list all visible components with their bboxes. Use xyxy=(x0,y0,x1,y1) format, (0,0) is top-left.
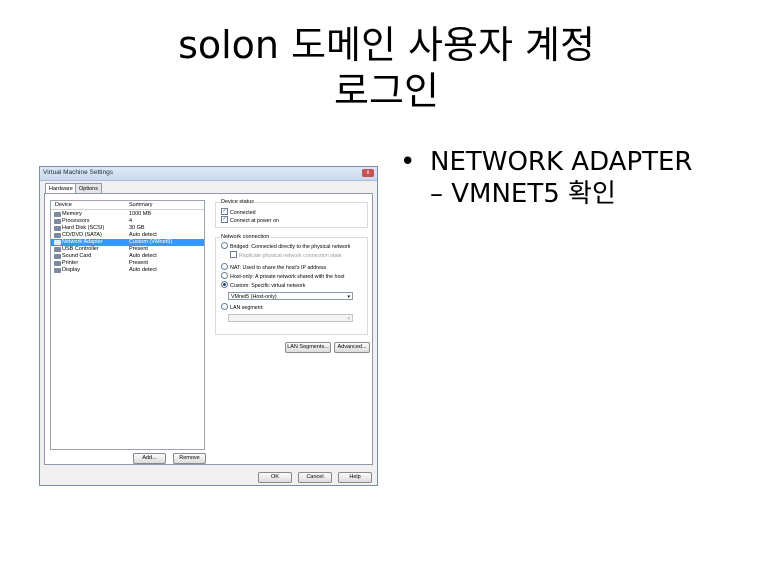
device-row-processors[interactable]: Processors 4 xyxy=(51,218,204,225)
lan-segment-label: LAN segment: xyxy=(230,304,264,311)
chevron-down-icon: ▾ xyxy=(347,316,350,322)
chevron-down-icon: ▾ xyxy=(347,294,350,300)
processor-icon xyxy=(54,219,61,224)
replicate-checkbox[interactable]: Replicate physical network connection st… xyxy=(230,251,342,260)
hard-disk-icon xyxy=(54,226,61,231)
lan-segments-button[interactable]: LAN Segments... xyxy=(285,342,331,353)
bullet-text: NETWORK ADAPTER – VMNET5 확인 xyxy=(430,146,760,210)
radio-off-icon xyxy=(221,303,228,310)
host-only-label: Host-only: A private network shared with… xyxy=(230,273,345,280)
device-name: CD/DVD (SATA) xyxy=(62,232,102,238)
device-summary: 1000 MB xyxy=(129,211,152,217)
nat-radio[interactable]: NAT: Used to share the host's IP address xyxy=(221,263,327,272)
device-summary: Custom (VMnet5) xyxy=(129,239,173,245)
device-summary: Auto detect xyxy=(129,232,157,238)
sound-card-icon xyxy=(54,254,61,259)
device-row-hard-disk[interactable]: Hard Disk (SCSI) 30 GB xyxy=(51,225,204,232)
dialog-titlebar[interactable]: Virtual Machine Settings x xyxy=(40,167,377,181)
nat-label: NAT: Used to share the host's IP address xyxy=(230,264,327,271)
connect-power-on-label: Connect at power on xyxy=(230,217,279,224)
network-adapter-icon xyxy=(54,240,61,245)
dialog-title: Virtual Machine Settings xyxy=(43,169,113,176)
device-summary: Auto detect xyxy=(129,267,157,273)
device-name: Printer xyxy=(62,260,79,266)
ok-button[interactable]: OK xyxy=(258,472,292,483)
device-status-group: Device status ✓ Connected ✓ Connect at pow… xyxy=(215,199,368,228)
vm-settings-dialog: Virtual Machine Settings x Hardware Opti… xyxy=(39,166,378,486)
device-name: Hard Disk (SCSI) xyxy=(62,225,105,231)
radio-off-icon xyxy=(221,263,228,270)
memory-icon xyxy=(54,212,61,217)
network-connection-group: Network connection Bridged: Connected di… xyxy=(215,234,368,335)
device-name: Processors xyxy=(62,218,90,224)
device-row-cd-dvd[interactable]: CD/DVD (SATA) Auto detect xyxy=(51,232,204,239)
device-row-network-adapter[interactable]: Network Adapter Custom (VMnet5) xyxy=(51,239,204,246)
device-summary: Present xyxy=(129,260,148,266)
column-summary[interactable]: Summary xyxy=(129,202,153,208)
checkmark-icon: ✓ xyxy=(221,216,228,223)
custom-radio[interactable]: Custom: Specific virtual network xyxy=(221,281,306,290)
device-status-label: Device status xyxy=(220,199,256,205)
device-name: Memory xyxy=(62,211,82,217)
bridged-label: Bridged: Connected directly to the physi… xyxy=(230,243,351,250)
device-row-memory[interactable]: Memory 1000 MB xyxy=(51,211,204,218)
printer-icon xyxy=(54,261,61,266)
help-button[interactable]: Help xyxy=(338,472,372,483)
device-name: USB Controller xyxy=(62,246,99,252)
slide-title-line1: solon 도메인 사용자 계정 xyxy=(178,23,595,67)
device-name: Sound Card xyxy=(62,253,92,259)
usb-icon xyxy=(54,247,61,252)
device-row-sound-card[interactable]: Sound Card Auto detect xyxy=(51,253,204,260)
add-button[interactable]: Add... xyxy=(133,453,166,464)
device-row-printer[interactable]: Printer Present xyxy=(51,260,204,267)
lan-segment-select[interactable]: ▾ xyxy=(228,314,353,322)
custom-label: Custom: Specific virtual network xyxy=(230,282,306,289)
device-summary: Auto detect xyxy=(129,253,157,259)
cancel-button[interactable]: Cancel xyxy=(298,472,332,483)
device-row-usb-controller[interactable]: USB Controller Present xyxy=(51,246,204,253)
slide-title-line2: 로그인 xyxy=(334,69,439,113)
column-device[interactable]: Device xyxy=(55,202,72,208)
display-icon xyxy=(54,268,61,273)
device-name: Display xyxy=(62,267,81,273)
checkmark-icon: ✓ xyxy=(221,208,228,215)
remove-button[interactable]: Remove xyxy=(173,453,206,464)
radio-on-icon xyxy=(221,281,228,288)
replicate-label: Replicate physical network connection st… xyxy=(239,252,342,259)
connected-label: Connected xyxy=(230,209,256,216)
device-summary: Present xyxy=(129,246,148,252)
advanced-button[interactable]: Advanced... xyxy=(334,342,370,353)
lan-segment-radio[interactable]: LAN segment: xyxy=(221,303,264,312)
host-only-radio[interactable]: Host-only: A private network shared with… xyxy=(221,272,345,281)
custom-network-select[interactable]: VMnet5 (Host-only) ▾ xyxy=(228,292,353,300)
cd-dvd-icon xyxy=(54,233,61,238)
network-connection-label: Network connection xyxy=(220,234,271,240)
custom-network-value: VMnet5 (Host-only) xyxy=(231,294,277,300)
device-list-header: Device Summary xyxy=(51,201,204,210)
device-row-display[interactable]: Display Auto detect xyxy=(51,267,204,274)
connect-power-on-checkbox[interactable]: ✓ Connect at power on xyxy=(221,216,279,225)
device-summary: 4 xyxy=(129,218,133,224)
radio-off-icon xyxy=(221,272,228,279)
hardware-panel: Device Summary Memory 1000 MB Processors… xyxy=(44,193,373,465)
bullet-line1: NETWORK ADAPTER xyxy=(430,147,693,177)
bridged-radio[interactable]: Bridged: Connected directly to the physi… xyxy=(221,242,351,251)
bullet-line2: – VMNET5 확인 xyxy=(430,179,616,209)
radio-off-icon xyxy=(221,242,228,249)
slide-title: solon 도메인 사용자 계정 로그인 xyxy=(0,22,773,114)
checkbox-icon xyxy=(230,251,237,258)
close-icon[interactable]: x xyxy=(362,169,374,177)
bullet-icon: • xyxy=(400,147,416,177)
device-summary: 30 GB xyxy=(129,225,145,231)
device-list: Device Summary Memory 1000 MB Processors… xyxy=(50,200,205,450)
device-name: Network Adapter xyxy=(62,239,103,245)
